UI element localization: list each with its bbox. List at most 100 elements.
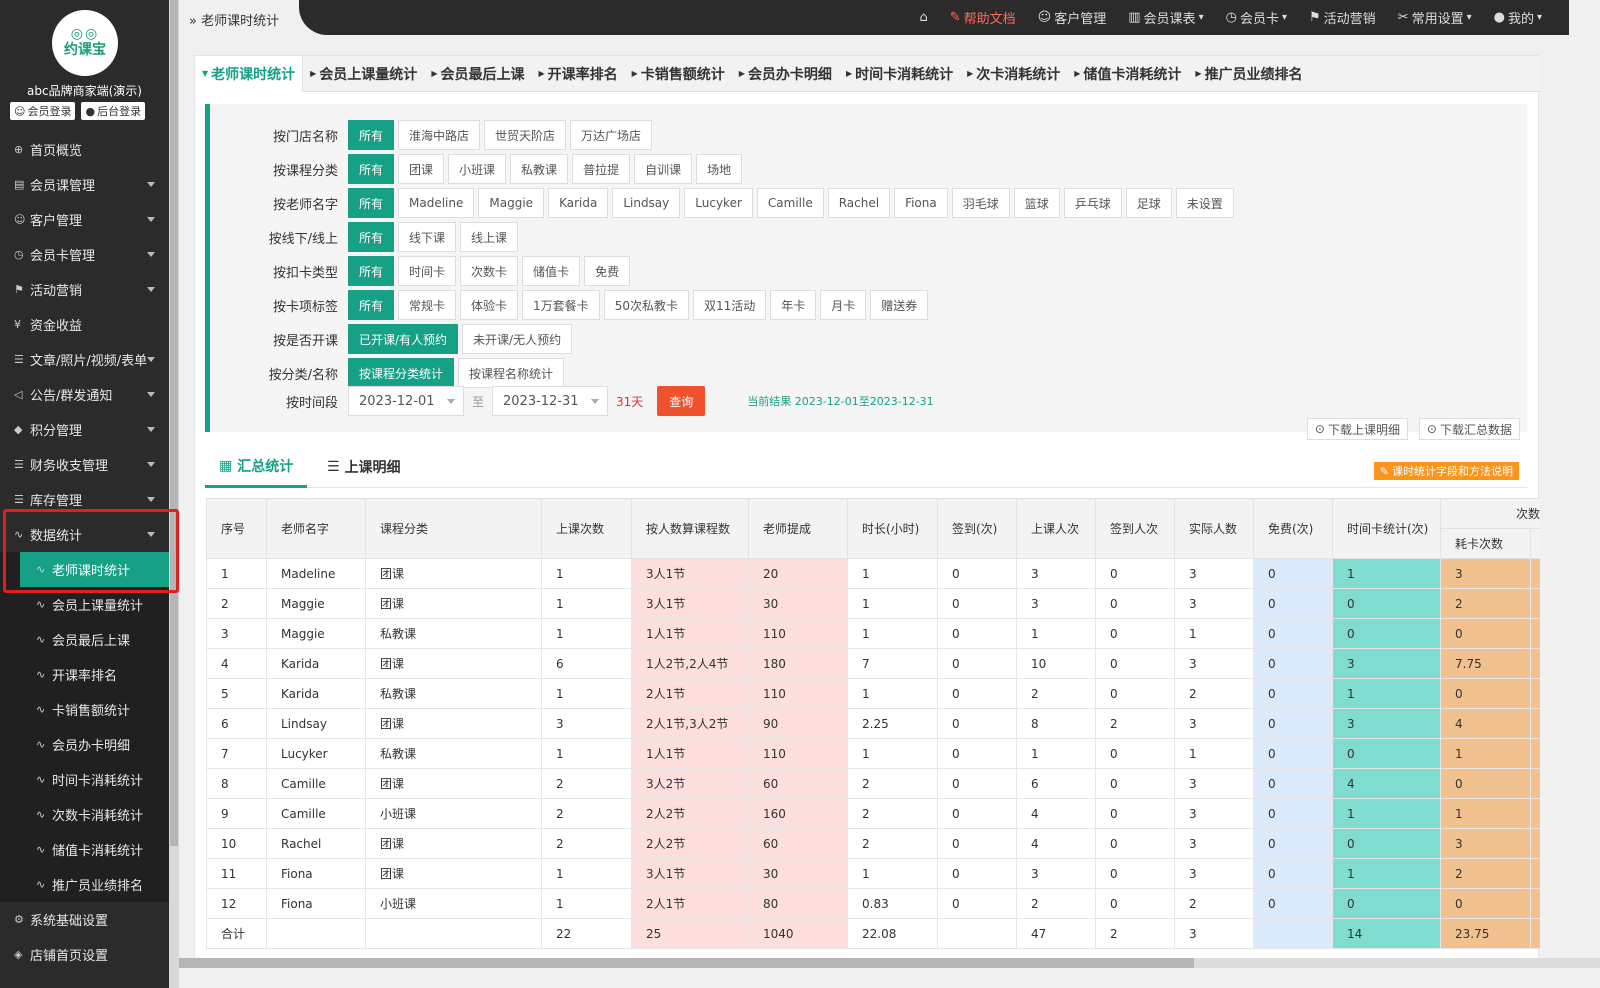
column-header[interactable]: 免费(次) xyxy=(1253,498,1333,559)
sidebar-subitem-9[interactable]: ∿ 推广员业绩排名 xyxy=(0,867,169,902)
tab-3[interactable]: ▶ 开课率排名 xyxy=(531,56,624,92)
sidebar-item-4[interactable]: ⚑ 活动营销 xyxy=(0,272,169,307)
column-header[interactable]: 签到(次) xyxy=(937,498,1017,559)
sidebar-subitem-6[interactable]: ∿ 时间卡消耗统计 xyxy=(0,762,169,797)
column-header[interactable]: 实际人数 xyxy=(1174,498,1254,559)
sidebar-item-b1[interactable]: ◈ 店铺首页设置 xyxy=(0,937,169,972)
filter-option[interactable]: 按课程分类统计 xyxy=(348,358,455,388)
filter-option[interactable]: Madeline xyxy=(398,188,475,218)
sidebar-item-8[interactable]: ◆ 积分管理 xyxy=(0,412,169,447)
filter-option[interactable]: 所有 xyxy=(348,222,395,252)
filter-option[interactable]: 世贸天阶店 xyxy=(484,120,567,150)
table-row[interactable]: 2Maggie团课13人1节3010303002104 xyxy=(206,588,1540,619)
filter-option[interactable]: 1万套餐卡 xyxy=(522,290,600,320)
filter-option[interactable]: 线下课 xyxy=(398,222,457,252)
top-nav-item-7[interactable]: ● 我的 ▾ xyxy=(1494,8,1542,27)
filter-option[interactable]: Lindsay xyxy=(612,188,681,218)
tab-8[interactable]: ▶ 储值卡消耗统计 xyxy=(1067,56,1188,92)
top-nav-item-0[interactable]: ⌂ xyxy=(919,10,927,25)
sidebar-subitem-3[interactable]: ∿ 开课率排名 xyxy=(0,657,169,692)
tab-4[interactable]: ▶ 卡销售额统计 xyxy=(625,56,732,92)
filter-option[interactable]: 篮球 xyxy=(1013,188,1060,218)
sidebar-subitem-7[interactable]: ∿ 次数卡消耗统计 xyxy=(0,797,169,832)
sidebar-subitem-4[interactable]: ∿ 卡销售额统计 xyxy=(0,692,169,727)
tab-2[interactable]: ▶ 会员最后上课 xyxy=(424,56,531,92)
tab-summary[interactable]: ▦ 汇总统计 xyxy=(205,446,308,488)
download-summary-button[interactable]: ⊙ 下载汇总数据 xyxy=(1418,418,1520,440)
tab-detail[interactable]: ☰ 上课明细 xyxy=(327,446,401,488)
table-row[interactable]: 3Maggie私教课11人1节110101010000 xyxy=(206,618,1540,649)
filter-option[interactable]: 月卡 xyxy=(820,290,867,320)
table-row[interactable]: 9Camille小班课22人2节1602040301159.5 xyxy=(206,798,1540,829)
tab-6[interactable]: ▶ 时间卡消耗统计 xyxy=(839,56,960,92)
filter-option[interactable]: 所有 xyxy=(348,290,395,320)
filter-option[interactable]: 年卡 xyxy=(770,290,817,320)
sidebar-item-b0[interactable]: ⚙ 系统基础设置 xyxy=(0,902,169,937)
column-header[interactable]: 上课次数 xyxy=(541,498,632,559)
table-row[interactable]: 7Lucyker私教课11人1节1101010100111.5 xyxy=(206,738,1540,769)
top-nav-item-3[interactable]: ▥ 会员课表 ▾ xyxy=(1128,8,1203,27)
table-total-row[interactable]: 合计 2225104022.08 4723 1423.75112 xyxy=(206,918,1540,949)
column-header[interactable]: 上课人次 xyxy=(1016,498,1096,559)
filter-option[interactable]: 次数卡 xyxy=(460,256,519,286)
tab-9[interactable]: ▶ 推广员业绩排名 xyxy=(1188,56,1309,92)
filter-option[interactable]: 万达广场店 xyxy=(570,120,653,150)
filter-option[interactable]: 所有 xyxy=(348,154,395,184)
end-date-input[interactable]: 2023-12-31 xyxy=(492,386,609,416)
filter-option[interactable]: 储值卡 xyxy=(522,256,581,286)
filter-option[interactable]: Camille xyxy=(756,188,824,218)
table-row[interactable]: 10Rachel团课22人2节6020403003140 xyxy=(206,828,1540,859)
sidebar-item-7[interactable]: ◁ 公告/群发通知 xyxy=(0,377,169,412)
top-nav-item-6[interactable]: ✂ 常用设置 ▾ xyxy=(1398,8,1472,27)
sidebar-scrollbar[interactable] xyxy=(170,0,178,846)
help-fields-button[interactable]: ✎ 课时统计字段和方法说明 xyxy=(1373,462,1519,480)
column-header[interactable]: 序号 xyxy=(206,498,267,559)
filter-option[interactable]: 羽毛球 xyxy=(951,188,1010,218)
filter-option[interactable]: 双11活动 xyxy=(692,290,767,320)
tab-5[interactable]: ▶ 会员办卡明细 xyxy=(732,56,839,92)
column-header[interactable]: 按人数算课程数 xyxy=(631,498,749,559)
filter-option[interactable]: 所有 xyxy=(348,120,395,150)
filter-option[interactable]: 50次私教卡 xyxy=(603,290,689,320)
filter-option[interactable]: 按课程名称统计 xyxy=(458,358,565,388)
table-row[interactable]: 12Fiona小班课12人1节800.8302020000 xyxy=(206,888,1540,919)
filter-option[interactable]: Maggie xyxy=(478,188,545,218)
table-row[interactable]: 11Fiona团课13人1节3010303012104 xyxy=(206,858,1540,889)
filter-option[interactable]: 赠送券 xyxy=(870,290,929,320)
column-header[interactable]: 老师名字 xyxy=(266,498,366,559)
sidebar-subitem-2[interactable]: ∿ 会员最后上课 xyxy=(0,622,169,657)
filter-option[interactable]: 小班课 xyxy=(448,154,507,184)
filter-option[interactable]: 自训课 xyxy=(634,154,693,184)
table-row[interactable]: 6Lindsay团课32人1节,3人2节902.250823034208 xyxy=(206,708,1540,739)
top-nav-item-4[interactable]: ◷ 会员卡 ▾ xyxy=(1226,8,1287,27)
download-detail-button[interactable]: ⊙ 下载上课明细 xyxy=(1306,418,1408,440)
filter-option[interactable]: 时间卡 xyxy=(398,256,457,286)
top-nav-item-1[interactable]: ✎ 帮助文档 xyxy=(950,8,1016,27)
sidebar-item-9[interactable]: ☰ 财务收支管理 xyxy=(0,447,169,482)
filter-option[interactable]: 未开课/无人预约 xyxy=(462,324,573,354)
sidebar-subitem-8[interactable]: ∿ 储值卡消耗统计 xyxy=(0,832,169,867)
column-header[interactable]: 时间卡统计(次) xyxy=(1332,498,1441,559)
filter-option[interactable]: 足球 xyxy=(1125,188,1172,218)
filter-option[interactable]: 线上课 xyxy=(460,222,519,252)
filter-option[interactable]: Rachel xyxy=(827,188,891,218)
sidebar-item-6[interactable]: ☰ 文章/照片/视频/表单 xyxy=(0,342,169,377)
filter-option[interactable]: 体验卡 xyxy=(460,290,519,320)
horizontal-scrollbar[interactable] xyxy=(179,958,1194,968)
filter-option[interactable]: 私教课 xyxy=(510,154,569,184)
sidebar-item-0[interactable]: ⊕ 首页概览 xyxy=(0,132,169,167)
sidebar-item-2[interactable]: ☺ 客户管理 xyxy=(0,202,169,237)
column-header[interactable]: 课程分类 xyxy=(365,498,542,559)
filter-option[interactable]: 乒乓球 xyxy=(1063,188,1122,218)
top-nav-item-2[interactable]: ☺ 客户管理 xyxy=(1038,8,1107,27)
tab-7[interactable]: ▶ 次卡消耗统计 xyxy=(960,56,1067,92)
tab-0[interactable]: ▼ 老师课时统计 xyxy=(195,55,304,92)
column-header[interactable]: 签到人次 xyxy=(1095,498,1175,559)
start-date-input[interactable]: 2023-12-01 xyxy=(348,386,464,416)
filter-option[interactable]: 所有 xyxy=(348,256,395,286)
table-row[interactable]: 1Madeline团课13人1节2010303013135 xyxy=(206,558,1540,589)
admin-login-button[interactable]: ● 后台登录 xyxy=(81,102,146,120)
filter-option[interactable]: 免费 xyxy=(584,256,631,286)
filter-option[interactable]: 已开课/有人预约 xyxy=(348,324,459,354)
sidebar-subitem-5[interactable]: ∿ 会员办卡明细 xyxy=(0,727,169,762)
